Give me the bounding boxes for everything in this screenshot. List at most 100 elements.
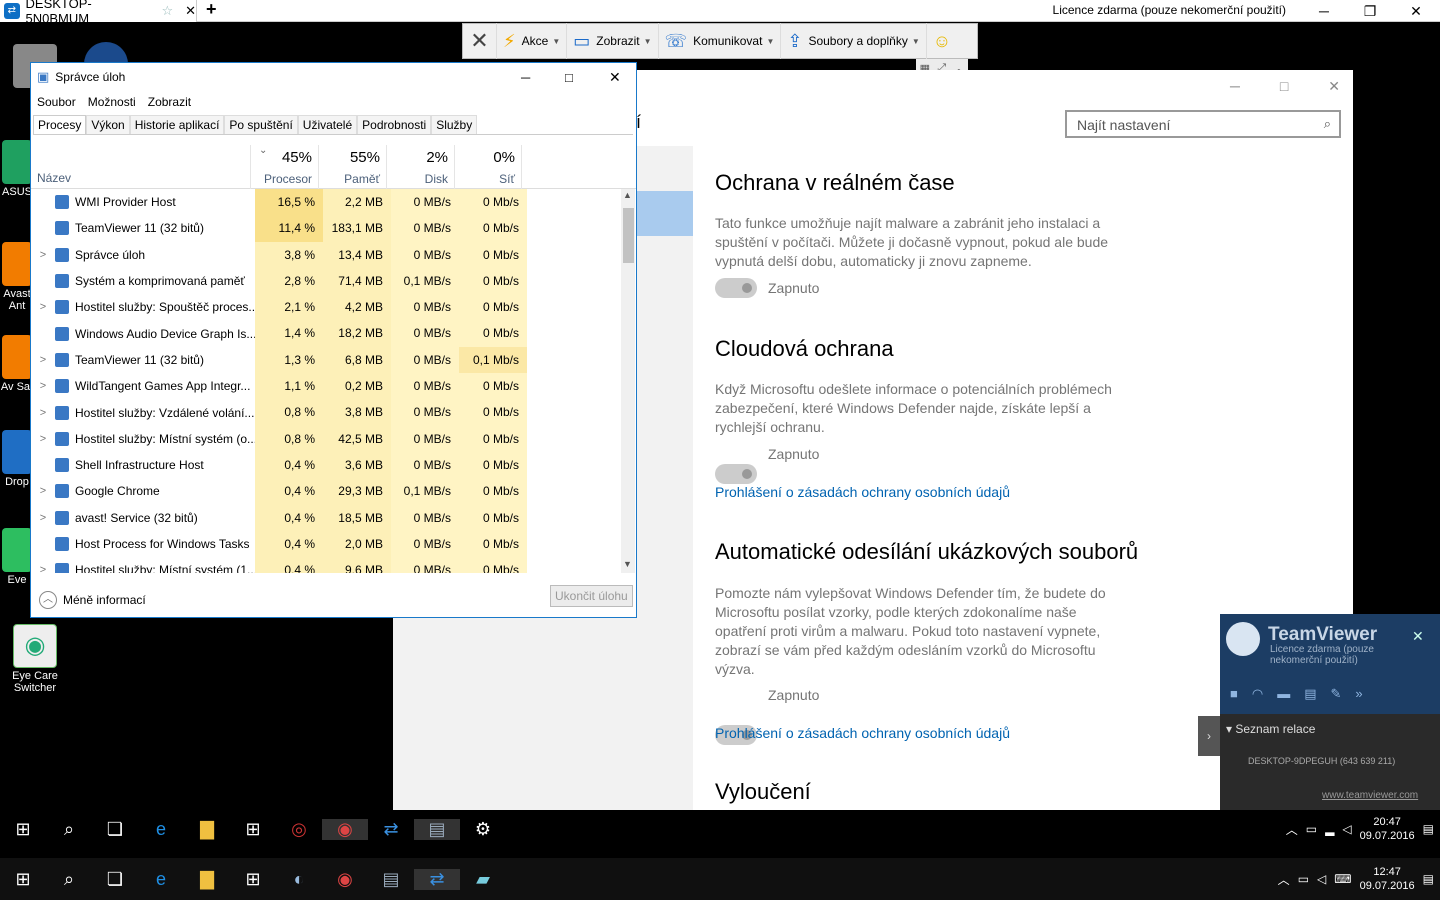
tab-performance[interactable]: Výkon (86, 115, 130, 134)
search-icon[interactable]: ⌕ (46, 819, 92, 840)
app-icon[interactable] (84, 42, 128, 64)
close-tab-icon[interactable]: ✕ (185, 3, 196, 19)
table-row[interactable]: > avast! Service (32 bitů) 0,4 % 18,5 MB 0 M… (31, 504, 621, 531)
keyboard-icon[interactable]: ⌨ (1334, 872, 1351, 886)
store-icon[interactable]: ⊞ (230, 869, 276, 890)
edge-icon[interactable]: e (138, 819, 184, 840)
tab-startup[interactable]: Po spuštění (224, 115, 298, 134)
restore-button[interactable]: ❐ (1347, 0, 1393, 22)
desktop-icon-asus[interactable]: ASUS (0, 140, 34, 198)
toolbar-actions[interactable]: ⚡ Akce ▼ (497, 23, 568, 59)
close-icon[interactable]: ✕ (1412, 628, 1424, 645)
tray-chevron-icon[interactable]: ︿ (1286, 821, 1298, 838)
table-row[interactable]: Shell Infrastructure Host 0,4 % 3,6 MB 0 MB… (31, 451, 621, 479)
notifications-icon[interactable]: ▤ (1423, 872, 1434, 886)
privacy-link[interactable]: Prohlášení o zásadách ochrany osobních ú… (715, 484, 1010, 500)
expand-chevron-icon[interactable]: > (31, 433, 55, 445)
volume-icon[interactable]: ◁ (1342, 822, 1351, 836)
toolbar-files[interactable]: ⇪ Soubory a doplňky ▼ (781, 23, 927, 59)
search-icon[interactable]: ⌕ (46, 869, 92, 890)
cpu-column-header[interactable]: 45% Procesor (250, 145, 318, 189)
expand-chevron-icon[interactable]: > (31, 512, 55, 524)
video-icon[interactable]: ■ (1230, 686, 1238, 702)
notifications-icon[interactable]: ▤ (1423, 822, 1434, 836)
table-row[interactable]: > Google Chrome 0,4 % 29,3 MB 0,1 MB/s 0 Mb/s (31, 478, 621, 505)
desktop-icon-dropbox[interactable]: Drop (0, 430, 34, 488)
edge-icon[interactable]: e (138, 869, 184, 890)
table-row[interactable]: Systém a komprimovaná paměť 2,8 % 71,4 MB 0… (31, 267, 621, 295)
task-view-icon[interactable]: ❏ (92, 819, 138, 840)
tab-details[interactable]: Podrobnosti (357, 115, 432, 134)
table-row[interactable]: > Správce úloh 3,8 % 13,4 MB 0 MB/s 0 Mb/s (31, 241, 621, 268)
tab-processes[interactable]: Procesy (33, 115, 87, 134)
app-icon[interactable]: ◐ (276, 869, 322, 890)
end-task-button[interactable]: Ukončit úlohu (550, 585, 633, 607)
settings-gear-icon[interactable]: ⚙ (460, 819, 506, 840)
local-clock[interactable]: 12:47 09.07.2016 (1360, 865, 1415, 893)
maximize-button[interactable]: □ (1280, 78, 1288, 95)
notepad-icon[interactable]: ▰ (460, 869, 506, 890)
favorite-star-icon[interactable]: ☆ (161, 3, 173, 19)
tools-icon[interactable]: ✎ (1331, 686, 1342, 702)
volume-icon[interactable]: ◁ (1317, 872, 1326, 886)
toolbar-view[interactable]: ▭ Zobrazit ▼ (567, 23, 659, 59)
expand-icon[interactable]: » (1355, 686, 1362, 702)
menu-options[interactable]: Možnosti (82, 91, 142, 111)
store-icon[interactable]: ⊞ (230, 819, 276, 840)
table-row[interactable]: Windows Audio Device Graph Is... 1,4 % 18,… (31, 320, 621, 347)
table-row[interactable]: > Hostitel služby: Vzdálené volání... 0,8 … (31, 399, 621, 426)
expand-chevron-icon[interactable]: > (31, 380, 55, 392)
end-session-icon[interactable]: ✕ (463, 23, 497, 59)
session-list-header[interactable]: ▾ Seznam relace (1226, 722, 1315, 736)
table-row[interactable]: > Hostitel služby: Spouštěč proces... 2,1 … (31, 294, 621, 321)
start-icon[interactable]: ⊞ (0, 819, 46, 840)
maximize-button[interactable]: □ (565, 70, 573, 85)
expand-chevron-icon[interactable]: > (31, 564, 55, 573)
table-row[interactable]: > WildTangent Games App Integr... 1,1 % 0,2… (31, 373, 621, 400)
table-row[interactable]: WMI Provider Host 16,5 % 2,2 MB 0 MB/s 0 Mb/… (31, 189, 621, 216)
memory-column-header[interactable]: 55% Paměť (318, 145, 386, 189)
folder-icon[interactable]: ▇ (184, 819, 230, 840)
tab-services[interactable]: Služby (431, 115, 478, 134)
scroll-down-icon[interactable]: ▼ (623, 559, 632, 569)
asus-app-icon[interactable]: ◎ (276, 819, 322, 840)
new-tab-button[interactable]: + (206, 0, 217, 20)
desktop-icon-safezone[interactable]: Av Saf (0, 335, 34, 393)
teamviewer-url[interactable]: www.teamviewer.com (1322, 790, 1418, 801)
panel-toggle-handle[interactable]: › (1198, 716, 1220, 756)
expand-chevron-icon[interactable]: > (31, 354, 55, 366)
table-row[interactable]: > TeamViewer 11 (32 bitů) 1,3 % 6,8 MB 0 MB/… (31, 346, 621, 374)
expand-chevron-icon[interactable]: > (31, 485, 55, 497)
close-button[interactable]: ✕ (1393, 0, 1439, 22)
network-icon[interactable]: ▂ (1325, 822, 1334, 836)
scroll-up-icon[interactable]: ▲ (623, 190, 632, 200)
cloud-toggle[interactable] (715, 464, 757, 484)
close-button[interactable]: ✕ (1328, 78, 1340, 95)
menu-view[interactable]: Zobrazit (142, 91, 197, 111)
name-column-header[interactable]: Název (37, 171, 71, 185)
toolbar-communicate[interactable]: ☏ Komunikovat ▼ (659, 23, 782, 59)
table-row[interactable]: > Hostitel služby: Místní systém (o... 0,8… (31, 425, 621, 452)
smiley-icon[interactable]: ☺ (927, 23, 957, 59)
realtime-toggle[interactable] (715, 278, 757, 298)
network-icon[interactable]: ▭ (1298, 872, 1309, 886)
disk-column-header[interactable]: 2% Disk (386, 145, 454, 189)
teamviewer-taskbar-icon[interactable]: ⇄ (368, 819, 414, 840)
table-row[interactable]: > Hostitel služby: Místní systém (1... 0,4… (31, 557, 621, 573)
table-row[interactable]: TeamViewer 11 (32 bitů) 11,4 % 183,1 MB 0 M… (31, 215, 621, 242)
table-row[interactable]: Host Process for Windows Tasks 0,4 % 2,0 M… (31, 530, 621, 558)
session-tab[interactable]: ⇄ DESKTOP-5N0BMUM ☆ ✕ (0, 0, 196, 26)
desktop-icon-evernote[interactable]: Eve (0, 528, 34, 586)
tab-app-history[interactable]: Historie aplikací (129, 115, 225, 134)
minimize-button[interactable]: ─ (1230, 78, 1240, 95)
desktop-icon-eyecare[interactable]: ◉ Eye Care Switcher (5, 624, 65, 694)
network-column-header[interactable]: 0% Síť (454, 145, 522, 189)
remote-clock[interactable]: 20:47 09.07.2016 (1360, 815, 1415, 843)
start-icon[interactable]: ⊞ (0, 869, 46, 890)
battery-icon[interactable]: ▭ (1306, 822, 1317, 836)
expand-chevron-icon[interactable]: > (31, 407, 55, 419)
chevron-up-icon[interactable]: ︿ (39, 591, 57, 609)
task-view-icon[interactable]: ❏ (92, 869, 138, 890)
task-manager-taskbar-icon[interactable]: ▤ (368, 869, 414, 890)
scrollbar-thumb[interactable] (623, 208, 634, 263)
